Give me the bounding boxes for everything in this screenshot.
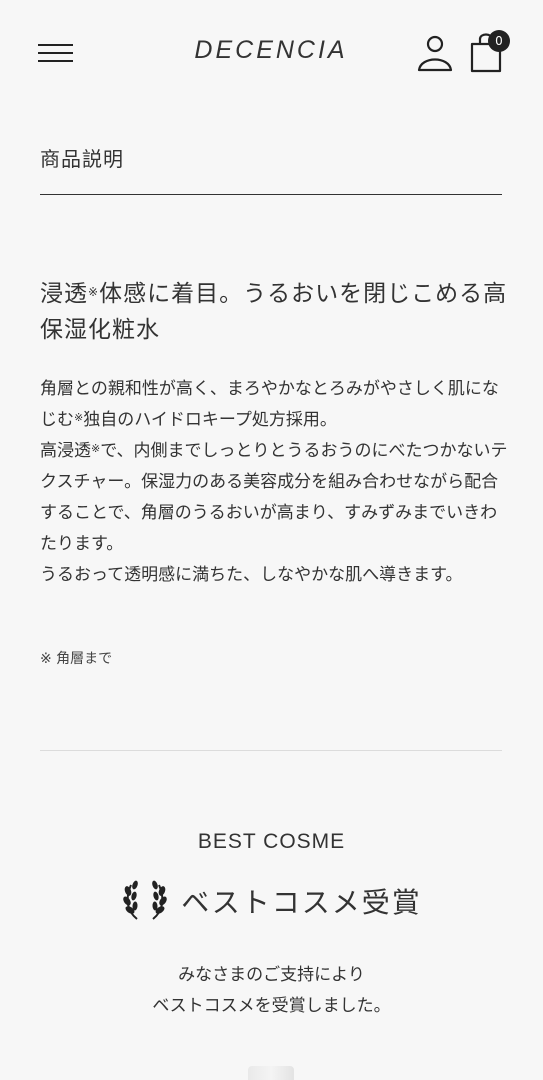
section-divider: [40, 194, 502, 195]
award-heading: ベストコスメ受賞: [0, 877, 543, 925]
award-label: BEST COSME: [197, 830, 346, 853]
award-description: みなさまのご支持により ベストコスメを受賞しました。: [0, 960, 543, 1022]
award-title: ベストコスメ受賞: [181, 886, 422, 919]
site-header: DECENCIA 0: [0, 0, 543, 108]
hamburger-menu-icon[interactable]: [38, 44, 73, 62]
laurel-wreath-icon: [123, 880, 167, 920]
product-image: [248, 1066, 294, 1080]
description-paragraph: うるおって透明感に満ちた、しなやかな肌へ導きます。: [40, 565, 463, 585]
description-paragraph: 角層との親和性が高く、まろやかなとろみがやさしく肌になじむ※独自のハイドロキープ…: [40, 379, 499, 430]
award-text-line: みなさまのご支持により: [178, 965, 365, 985]
footnote: ※ 角層まで: [40, 651, 113, 667]
content-divider: [40, 750, 502, 751]
description-paragraph: 高浸透※で、内側までしっとりとうるおうのにべたつかないテクスチャー。保湿力のある…: [40, 441, 508, 554]
award-text-line: ベストコスメを受賞しました。: [152, 996, 391, 1016]
user-account-icon[interactable]: [416, 34, 454, 72]
site-logo[interactable]: DECENCIA: [165, 36, 377, 65]
cart-count-badge: 0: [488, 30, 510, 52]
product-description-title: 商品説明: [40, 147, 124, 171]
product-description-body: 角層との親和性が高く、まろやかなとろみがやさしく肌になじむ※独自のハイドロキープ…: [40, 374, 510, 591]
product-headline: 浸透※体感に着目。うるおいを閉じこめる高保湿化粧水: [40, 281, 508, 343]
